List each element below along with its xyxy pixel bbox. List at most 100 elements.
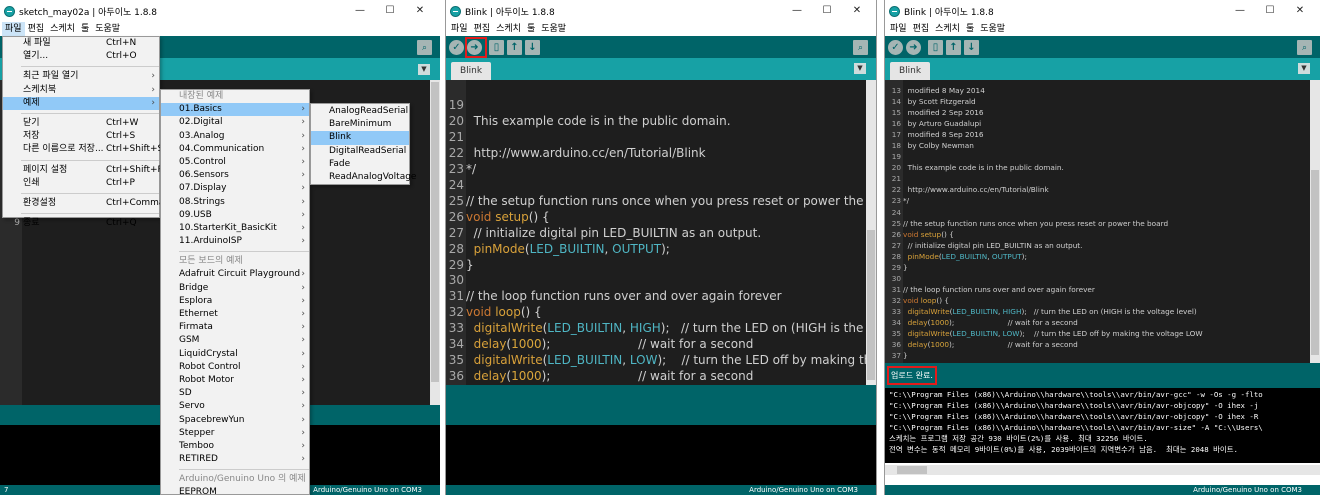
example-gsm[interactable]: GSM › xyxy=(161,334,309,347)
example-analogreadserial[interactable]: AnalogReadSerial xyxy=(311,105,409,118)
minimize-icon[interactable]: — xyxy=(1225,0,1255,22)
example-fade[interactable]: Fade xyxy=(311,158,409,171)
file-menu-item[interactable]: 다른 이름으로 저장... Ctrl+Shift+S xyxy=(3,143,163,156)
example-sd[interactable]: SD › xyxy=(161,387,309,400)
open-icon[interactable]: ↑ xyxy=(507,39,522,55)
example-08-strings[interactable]: 08.Strings › xyxy=(161,196,309,209)
minimize-icon[interactable]: — xyxy=(345,0,375,22)
minimize-icon[interactable]: — xyxy=(782,0,812,22)
menu-edit[interactable]: 편집 xyxy=(471,22,494,36)
tab-menu-icon[interactable]: ▼ xyxy=(418,64,430,75)
example-servo[interactable]: Servo › xyxy=(161,400,309,413)
menu-item-label: 04.Communication xyxy=(179,143,265,154)
tab-menu-icon[interactable]: ▼ xyxy=(854,63,866,74)
file-menu-item[interactable]: 열기... Ctrl+O xyxy=(3,50,159,63)
menu-help[interactable]: 도움말 xyxy=(92,22,123,36)
close-icon[interactable]: ✕ xyxy=(842,0,872,22)
editor-scrollbar[interactable] xyxy=(430,80,440,405)
file-menu-item[interactable]: 닫기 Ctrl+W xyxy=(3,117,159,130)
code-editor[interactable]: 19 20 This example code is in the public … xyxy=(446,80,876,385)
console-output xyxy=(446,425,876,485)
example-firmata[interactable]: Firmata › xyxy=(161,321,309,334)
maximize-icon[interactable]: ☐ xyxy=(812,0,842,22)
serial-monitor-icon[interactable]: ⌕ xyxy=(1297,40,1312,55)
example-10-starterkit-basickit[interactable]: 10.StarterKit_BasicKit › xyxy=(161,222,309,235)
new-icon[interactable]: ▯ xyxy=(489,39,504,55)
example-02-digital[interactable]: 02.Digital › xyxy=(161,116,309,129)
editor-scrollbar[interactable] xyxy=(866,80,876,385)
editor-scrollbar[interactable] xyxy=(1310,80,1320,363)
menu-file[interactable]: 파일 xyxy=(448,22,471,36)
example-retired[interactable]: RETIRED › xyxy=(161,453,309,466)
maximize-icon[interactable]: ☐ xyxy=(1255,0,1285,22)
verify-icon[interactable]: ✓ xyxy=(888,39,903,55)
example-bareminimum[interactable]: BareMinimum xyxy=(311,118,409,131)
example-06-sensors[interactable]: 06.Sensors › xyxy=(161,169,309,182)
example-blink[interactable]: Blink xyxy=(311,131,409,145)
save-icon[interactable]: ↓ xyxy=(964,39,979,55)
file-menu-item[interactable]: 종료 Ctrl+Q xyxy=(3,217,159,230)
example-01-basics[interactable]: 01.Basics › xyxy=(161,103,309,117)
code-editor[interactable]: 13 modified 8 May 2014 14 by Scott Fitzge… xyxy=(885,80,1320,363)
example-robot-control[interactable]: Robot Control › xyxy=(161,361,309,374)
file-menu-item[interactable]: 환경설정 Ctrl+Comma xyxy=(3,197,164,210)
submenu-arrow-icon: › xyxy=(301,196,305,207)
file-menu-item[interactable]: 페이지 설정 Ctrl+Shift+P xyxy=(3,164,163,177)
example-03-analog[interactable]: 03.Analog › xyxy=(161,130,309,143)
menu-edit[interactable]: 편집 xyxy=(25,22,48,36)
example-readanalogvoltage[interactable]: ReadAnalogVoltage xyxy=(311,171,416,184)
menu-edit[interactable]: 편집 xyxy=(910,22,933,36)
line-number: 13 xyxy=(891,86,901,95)
example-05-control[interactable]: 05.Control › xyxy=(161,156,309,169)
example-temboo[interactable]: Temboo › xyxy=(161,440,309,453)
close-icon[interactable]: ✕ xyxy=(1285,0,1315,22)
menu-sketch[interactable]: 스케치 xyxy=(932,22,963,36)
example-liquidcrystal[interactable]: LiquidCrystal › xyxy=(161,348,309,361)
example-ethernet[interactable]: Ethernet › xyxy=(161,308,309,321)
menu-help[interactable]: 도움말 xyxy=(977,22,1008,36)
save-icon[interactable]: ↓ xyxy=(525,39,540,55)
file-menu-item[interactable]: 인쇄 Ctrl+P xyxy=(3,177,159,190)
line-number: 24 xyxy=(891,207,901,217)
serial-monitor-icon[interactable]: ⌕ xyxy=(417,40,432,55)
menu-sketch[interactable]: 스케치 xyxy=(493,22,524,36)
example-esplora[interactable]: Esplora › xyxy=(161,295,309,308)
example-spacebrewyun[interactable]: SpacebrewYun › xyxy=(161,414,309,427)
menu-tools[interactable]: 툴 xyxy=(963,22,977,36)
example-bridge[interactable]: Bridge › xyxy=(161,282,309,295)
example-09-usb[interactable]: 09.USB › xyxy=(161,209,309,222)
file-menu-item[interactable]: 스케치북 › xyxy=(3,84,159,97)
tab-blink[interactable]: Blink xyxy=(890,62,931,80)
serial-monitor-icon[interactable]: ⌕ xyxy=(853,40,868,55)
file-menu-item[interactable]: 최근 파일 열기 › xyxy=(3,70,159,83)
menu-file[interactable]: 파일 xyxy=(2,22,25,36)
menu-help[interactable]: 도움말 xyxy=(538,22,569,36)
upload-icon[interactable]: ➜ xyxy=(906,39,921,55)
submenu-arrow-icon: › xyxy=(151,97,155,108)
console-hscrollbar[interactable] xyxy=(885,465,1320,475)
code-token: This example code is in the public domai… xyxy=(466,113,731,128)
example-adafruit-circuit-playground[interactable]: Adafruit Circuit Playground › xyxy=(161,268,309,281)
example-eeprom[interactable]: EEPROM xyxy=(161,486,309,495)
tab-menu-icon[interactable]: ▼ xyxy=(1298,63,1310,74)
close-icon[interactable]: ✕ xyxy=(405,0,435,22)
example-stepper[interactable]: Stepper › xyxy=(161,427,309,440)
example-07-display[interactable]: 07.Display › xyxy=(161,182,309,195)
tab-blink[interactable]: Blink xyxy=(451,62,492,80)
file-menu-item[interactable]: 저장 Ctrl+S xyxy=(3,130,159,143)
maximize-icon[interactable]: ☐ xyxy=(375,0,405,22)
example-robot-motor[interactable]: Robot Motor › xyxy=(161,374,309,387)
example-digitalreadserial[interactable]: DigitalReadSerial xyxy=(311,145,409,158)
verify-icon[interactable]: ✓ xyxy=(449,39,464,55)
menu-sketch[interactable]: 스케치 xyxy=(47,22,78,36)
new-icon[interactable]: ▯ xyxy=(928,39,943,55)
file-menu-item[interactable]: 새 파일 Ctrl+N xyxy=(3,37,159,50)
example-04-communication[interactable]: 04.Communication › xyxy=(161,143,309,156)
menu-tools[interactable]: 툴 xyxy=(78,22,92,36)
menu-item-label: 예제 xyxy=(23,97,40,108)
menu-file[interactable]: 파일 xyxy=(887,22,910,36)
open-icon[interactable]: ↑ xyxy=(946,39,961,55)
file-menu-item[interactable]: 예제 › xyxy=(3,96,159,110)
example-11-arduinoisp[interactable]: 11.ArduinoISP › xyxy=(161,235,309,248)
menu-tools[interactable]: 툴 xyxy=(524,22,538,36)
